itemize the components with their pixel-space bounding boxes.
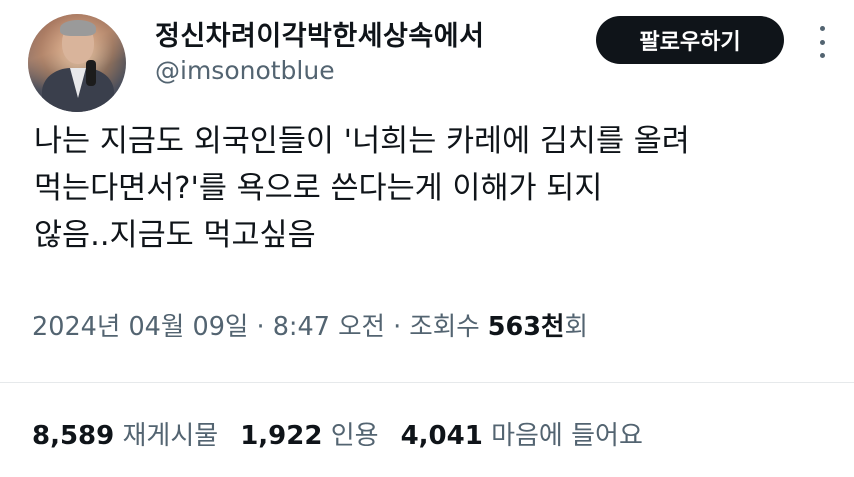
user-handle[interactable]: @imsonotblue xyxy=(155,56,335,85)
divider xyxy=(0,382,854,383)
likes-label: 마음에 들어요 xyxy=(491,421,643,451)
view-count: 563천 xyxy=(487,312,565,342)
view-suffix: 회 xyxy=(564,312,588,342)
avatar-microphone xyxy=(86,60,96,86)
tweet-line: 않음..지금도 먹고싶음 xyxy=(34,218,316,253)
avatar-hair xyxy=(60,20,96,36)
display-name[interactable]: 정신차려이각박한세상속에서 xyxy=(155,14,484,53)
reposts-stat[interactable]: 8,589 재게시물 xyxy=(32,421,218,451)
engagement-stats: 8,589 재게시물 1,922 인용 4,041 마음에 들어요 xyxy=(32,415,643,452)
follow-button[interactable]: 팔로우하기 xyxy=(596,16,784,64)
tweet-line: 먹는다면서?'를 욕으로 쓴다는게 이해가 되지 xyxy=(34,171,603,206)
reposts-count: 8,589 xyxy=(32,421,115,451)
tweet-text: 나는 지금도 외국인들이 '너희는 카레에 김치를 올려 먹는다면서?'를 욕으… xyxy=(34,118,834,259)
reposts-label: 재게시물 xyxy=(122,421,219,451)
avatar[interactable] xyxy=(28,14,126,112)
quotes-stat[interactable]: 1,922 인용 xyxy=(240,421,378,451)
more-dot xyxy=(819,39,825,45)
likes-stat[interactable]: 4,041 마음에 들어요 xyxy=(401,421,643,451)
more-vertical-icon[interactable] xyxy=(812,26,832,58)
tweet-meta: 2024년 04월 09일 · 8:47 오전 · 조회수 563천회 xyxy=(32,306,588,343)
more-dot xyxy=(819,53,825,58)
likes-count: 4,041 xyxy=(400,421,483,451)
timestamp[interactable]: 2024년 04월 09일 · 8:47 오전 · 조회수 xyxy=(32,312,488,342)
quotes-count: 1,922 xyxy=(240,421,323,451)
tweet-line: 나는 지금도 외국인들이 '너희는 카레에 김치를 올려 xyxy=(34,124,690,159)
more-dot xyxy=(819,26,825,31)
quotes-label: 인용 xyxy=(330,421,379,451)
